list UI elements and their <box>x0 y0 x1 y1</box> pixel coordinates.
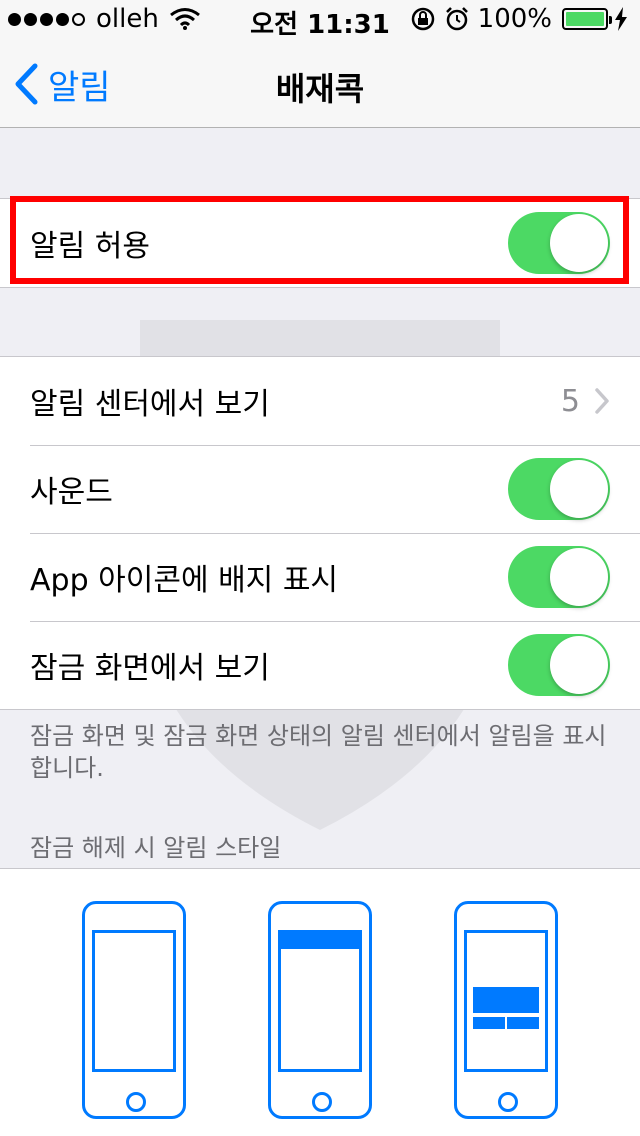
battery-icon <box>562 8 612 30</box>
notification-center-count: 5 <box>560 383 580 419</box>
lock-screen-toggle[interactable] <box>508 634 610 696</box>
lock-screen-footnote: 잠금 화면 및 잠금 화면 상태의 알림 센터에서 알림을 표시합니다. <box>30 722 607 782</box>
battery-percentage: 100% <box>477 4 552 34</box>
alert-style-none-option[interactable] <box>82 901 186 1119</box>
notification-center-row[interactable]: 알림 센터에서 보기 5 <box>0 357 640 445</box>
alert-style-alert-option[interactable] <box>454 901 558 1119</box>
navigation-bar: 알림 배재콕 <box>0 40 640 128</box>
home-button-icon <box>312 1092 332 1112</box>
alert-icon <box>464 930 548 1072</box>
home-button-icon <box>126 1092 146 1112</box>
banner-icon <box>278 930 362 1072</box>
sound-toggle[interactable] <box>508 458 610 520</box>
status-right: 100% <box>410 4 628 34</box>
allow-notifications-toggle[interactable] <box>508 212 610 274</box>
allow-notifications-row: 알림 허용 <box>0 199 640 287</box>
alert-style-header: 잠금 해제 시 알림 스타일 <box>30 834 282 862</box>
alert-style-banner-option[interactable] <box>268 901 372 1119</box>
lock-screen-row: 잠금 화면에서 보기 <box>0 621 640 709</box>
notification-settings-group: 알림 센터에서 보기 5 사운드 App 아이콘에 배지 표시 잠금 화면에서 … <box>0 356 640 710</box>
home-button-icon <box>498 1092 518 1112</box>
status-bar: olleh 오전 11:31 100% <box>0 0 640 40</box>
alert-style-panel <box>0 868 640 1136</box>
sound-row: 사운드 <box>0 445 640 533</box>
none-icon <box>92 930 176 1072</box>
rotation-lock-icon <box>411 7 434 31</box>
allow-notifications-group: 알림 허용 <box>0 198 640 288</box>
charging-icon <box>615 7 627 31</box>
notification-center-label: 알림 센터에서 보기 <box>30 387 270 422</box>
alarm-icon <box>445 7 468 31</box>
chevron-right-icon <box>595 388 609 414</box>
badge-row: App 아이콘에 배지 표시 <box>0 533 640 621</box>
page-title: 배재콕 <box>275 70 365 108</box>
badge-toggle[interactable] <box>508 546 610 608</box>
